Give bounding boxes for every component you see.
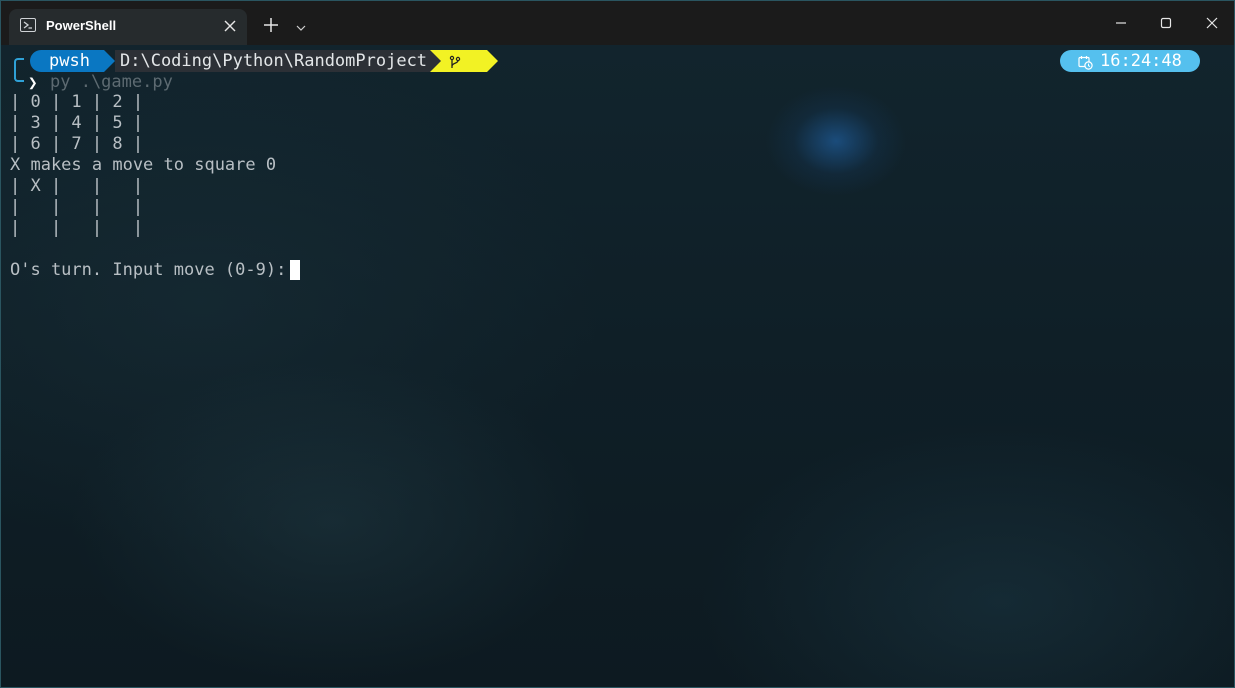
output-line: | 3 | 4 | 5 |	[10, 113, 144, 133]
powershell-icon	[20, 18, 36, 32]
output-line: | X | | |	[10, 176, 144, 196]
tab-close-icon[interactable]	[221, 17, 239, 35]
output-line: | 0 | 1 | 2 |	[10, 92, 144, 112]
title-bar: PowerShell	[1, 1, 1234, 45]
input-prompt-line: O's turn. Input move (0-9):	[10, 260, 297, 280]
prompt-path-segment: D:\Coding\Python\RandomProject	[115, 50, 430, 72]
terminal-output[interactable]: pwsh D:\Coding\Python\RandomProject 16:2…	[1, 45, 1234, 687]
prompt-bracket-bottom	[14, 71, 24, 82]
git-branch-icon	[448, 54, 462, 68]
prompt-shell-arrow	[104, 50, 115, 72]
maximize-icon[interactable]	[1156, 13, 1176, 33]
terminal-window: PowerShell pwsh D:\Coding\Python\RandomP…	[0, 0, 1235, 688]
calendar-clock-icon	[1078, 54, 1093, 70]
output-line: | | | |	[10, 218, 144, 238]
close-icon[interactable]	[1202, 13, 1222, 33]
prompt-time-segment: 16:24:48	[1060, 50, 1200, 72]
prompt-command: py .\game.py	[50, 72, 173, 92]
prompt-time: 16:24:48	[1100, 51, 1182, 71]
minimize-icon[interactable]	[1111, 13, 1131, 33]
output-line: | 6 | 7 | 8 |	[10, 134, 144, 154]
output-line: | | | |	[10, 197, 144, 217]
output-line: X makes a move to square 0	[10, 155, 277, 175]
prompt-shell-segment: pwsh	[30, 50, 104, 72]
prompt-chevron: ❯	[28, 73, 38, 92]
chevron-down-icon[interactable]	[295, 19, 307, 31]
new-tab-icon[interactable]	[263, 17, 279, 33]
prompt-git-segment	[430, 50, 498, 72]
tab-title: PowerShell	[46, 18, 117, 33]
tab-powershell[interactable]: PowerShell	[9, 9, 247, 45]
text-cursor[interactable]	[290, 260, 300, 280]
